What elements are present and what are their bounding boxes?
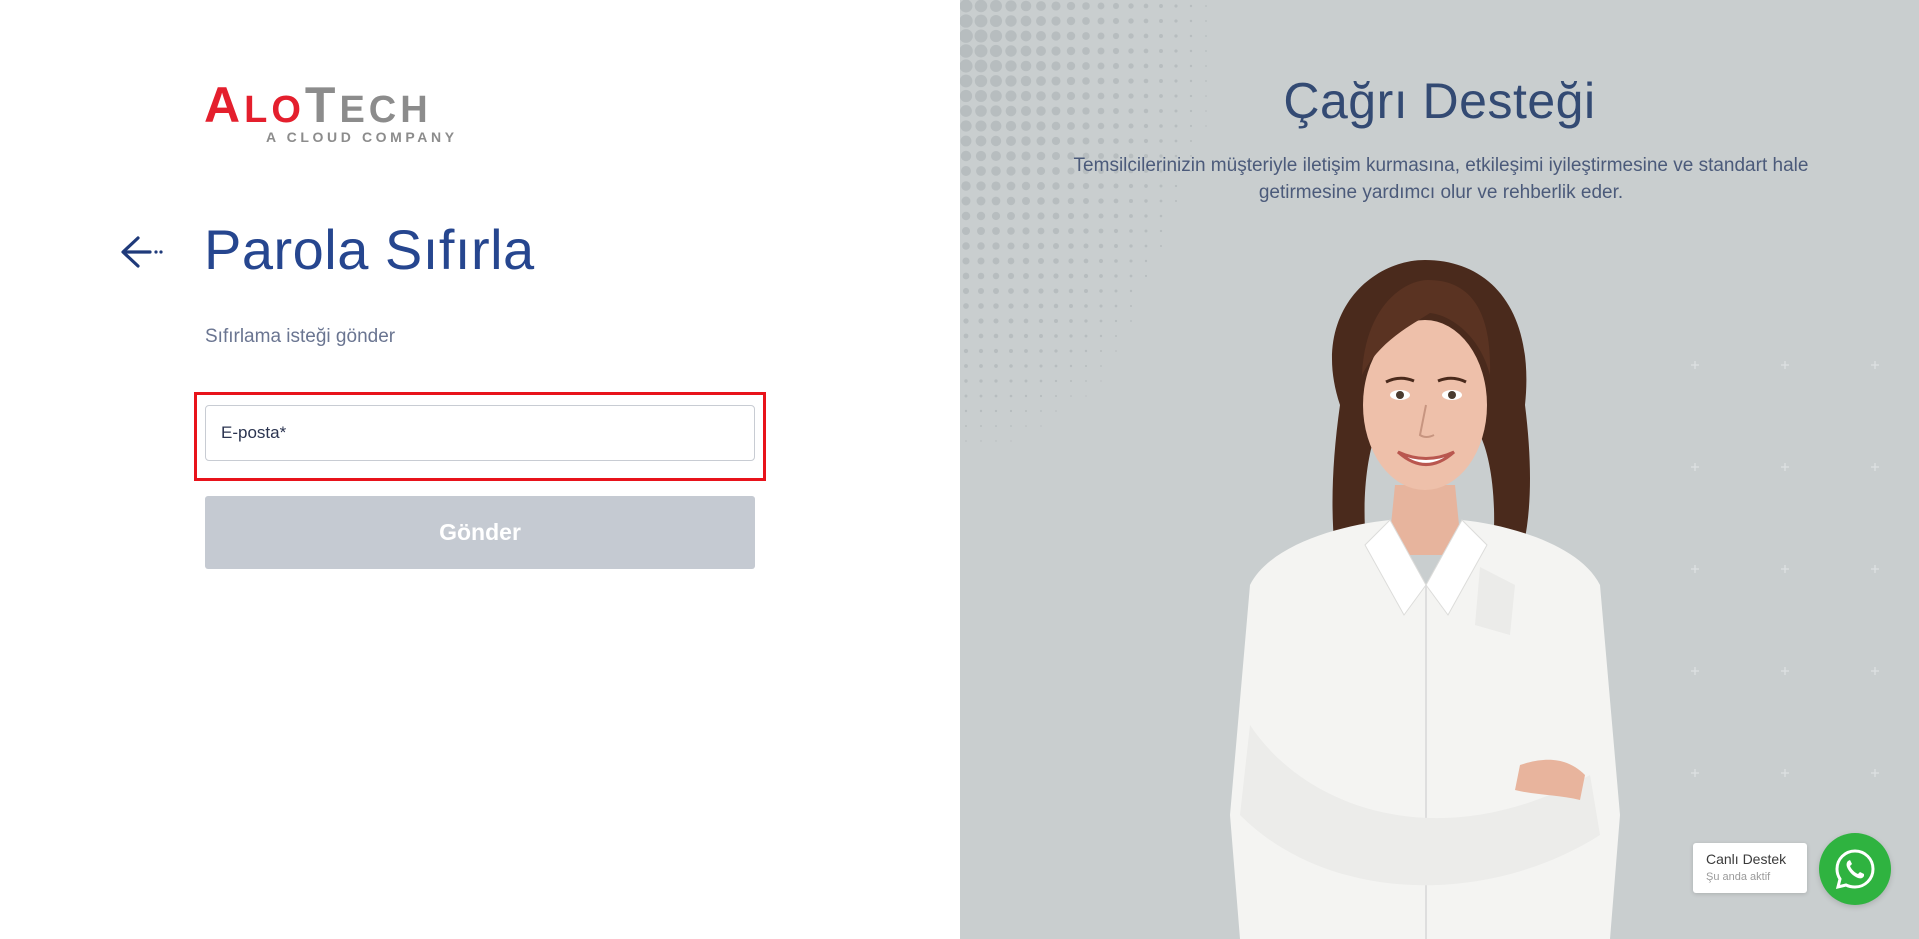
plus-mark (1781, 769, 1789, 777)
support-agent-image (1230, 260, 1620, 939)
logo-letters: ECH (339, 89, 432, 131)
plus-mark (1781, 565, 1789, 573)
plus-mark (1871, 361, 1879, 369)
submit-button[interactable]: Gönder (205, 496, 755, 569)
plus-mark (1691, 565, 1699, 573)
plus-mark (1781, 361, 1789, 369)
plus-mark (1871, 565, 1879, 573)
logo-letter: T (304, 77, 340, 133)
email-field[interactable]: E-posta* (205, 405, 755, 461)
plus-mark (1691, 463, 1699, 471)
live-chat-title: Canlı Destek (1706, 851, 1787, 867)
arrow-left-icon (121, 236, 163, 268)
plus-mark (1691, 667, 1699, 675)
logo-letter: A (204, 77, 245, 133)
promo-panel: Çağrı Desteği Temsilcilerinizin müşteriy… (960, 0, 1919, 939)
plus-mark (1871, 769, 1879, 777)
plus-mark (1871, 667, 1879, 675)
login-panel: ALOTECH A CLOUD COMPANY Parola Sıfırla S… (0, 0, 960, 939)
plus-mark (1691, 769, 1699, 777)
plus-mark (1781, 463, 1789, 471)
plus-mark (1871, 463, 1879, 471)
live-chat-status: Şu anda aktif (1706, 871, 1771, 883)
logo-tagline: A CLOUD COMPANY (266, 129, 458, 145)
plus-mark (1781, 667, 1789, 675)
page-title: Parola Sıfırla (204, 218, 535, 281)
whatsapp-button[interactable] (1819, 833, 1891, 905)
plus-mark (1691, 361, 1699, 369)
whatsapp-icon (1835, 849, 1875, 890)
email-input[interactable] (206, 406, 754, 460)
page-subtitle: Sıfırlama isteği gönder (205, 326, 396, 347)
alotech-logo: ALOTECH A CLOUD COMPANY (204, 80, 544, 146)
logo-letters: LO (244, 89, 305, 131)
promo-title: Çağrı Desteği (1283, 73, 1596, 129)
live-chat-bubble[interactable]: Canlı Destek Şu anda aktif (1693, 843, 1807, 893)
promo-description: Temsilcilerinizin müşteriyle iletişim ku… (1073, 155, 1809, 203)
back-button[interactable] (118, 230, 166, 274)
